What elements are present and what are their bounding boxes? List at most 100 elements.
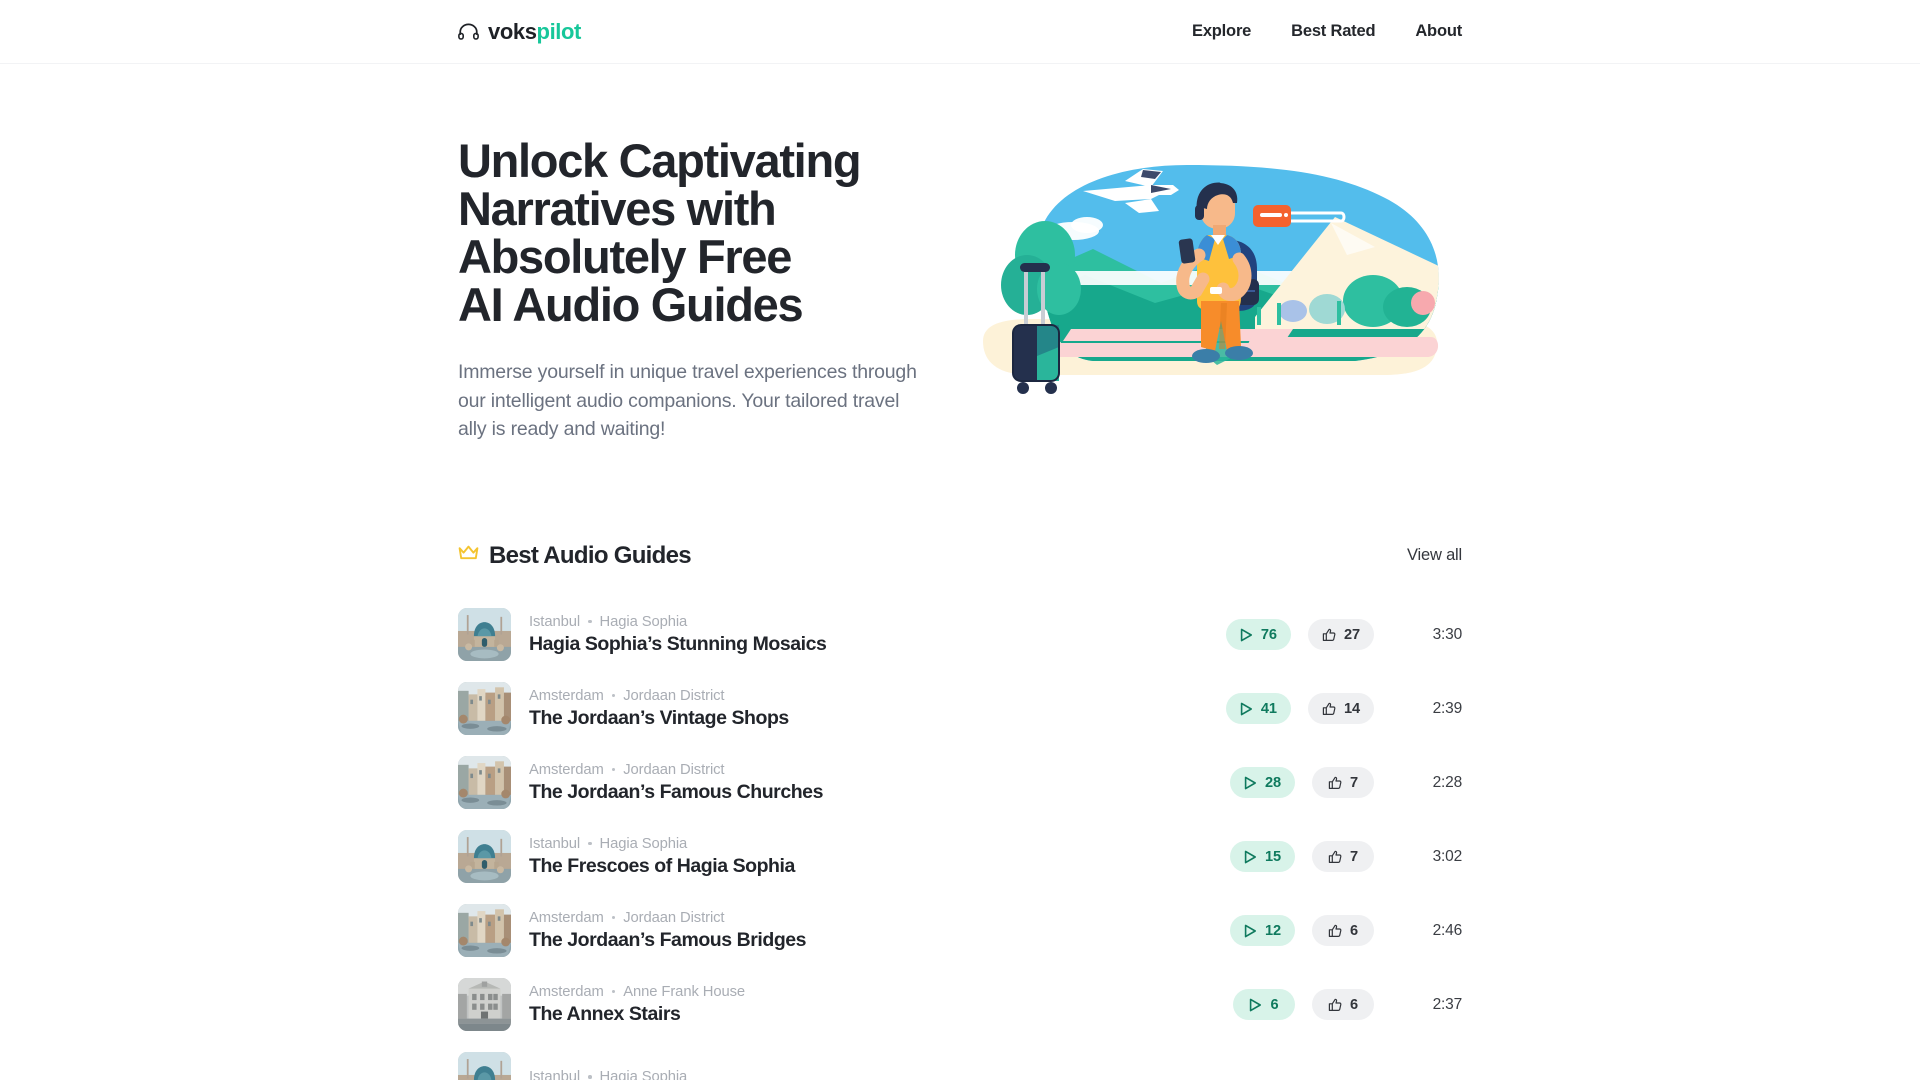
guide-meta: Istanbul Hagia Sophia [529, 614, 1226, 630]
guide-duration: 2:28 [1432, 773, 1463, 791]
guide-title: The Jordaan’s Famous Bridges [529, 928, 807, 951]
guide-place: Hagia Sophia [599, 613, 688, 630]
guide-title: The Frescoes of Hagia Sophia [529, 854, 795, 877]
table-row[interactable]: Amsterdam Jordaan District The Jordaan’s V… [458, 672, 1462, 746]
table-row[interactable]: Istanbul Hagia Sophia The Frescoes of Hagi… [458, 820, 1462, 894]
hero-section: Unlock Captivating Narratives with Absol… [458, 64, 1462, 444]
page-title: Unlock Captivating Narratives with Absol… [458, 137, 958, 329]
guide-place: Hagia Sophia [599, 835, 688, 852]
play-count-badge[interactable]: 76 [1225, 619, 1291, 650]
guide-stats: 6 6 2:37 [1233, 989, 1462, 1020]
table-row[interactable]: Amsterdam Jordaan District The Jordaan’s F… [458, 746, 1462, 820]
like-count: 6 [1349, 996, 1359, 1013]
guide-thumbnail [458, 1052, 511, 1080]
guide-thumbnail [458, 904, 511, 957]
hero-title-line-2: Narratives with [458, 182, 777, 235]
guide-place: Jordaan District [623, 909, 725, 926]
like-count-badge[interactable]: 14 [1307, 693, 1374, 724]
play-count: 41 [1260, 700, 1277, 717]
section-header: Best Audio Guides View all [458, 542, 1462, 572]
guide-text: Istanbul Hagia Sophia [529, 1069, 1462, 1080]
brand-logo[interactable]: vokspilot [458, 19, 581, 45]
guide-title: Hagia Sophia’s Stunning Mosaics [529, 632, 827, 655]
play-count: 12 [1264, 922, 1281, 939]
table-row[interactable]: Amsterdam Anne Frank House The Annex Stair… [458, 968, 1462, 1042]
like-count: 6 [1349, 922, 1359, 939]
guide-thumbnail [458, 830, 511, 883]
thumbs-up-icon [1322, 628, 1336, 642]
thumbs-up-icon [1328, 924, 1342, 938]
view-all-link[interactable]: View all [1407, 546, 1462, 565]
play-icon [1240, 702, 1253, 716]
guide-text: Amsterdam Jordaan District The Jordaan’s V… [529, 688, 1226, 730]
meta-separator-dot [588, 841, 592, 846]
page-content: Unlock Captivating Narratives with Absol… [450, 64, 1470, 1080]
nav-item-explore[interactable]: Explore [1192, 22, 1251, 41]
play-icon [1249, 998, 1262, 1012]
section-title: Best Audio Guides [489, 541, 692, 569]
like-count-badge[interactable]: 27 [1307, 619, 1374, 650]
play-icon [1244, 776, 1257, 790]
header-inner: vokspilot Explore Best Rated About [450, 19, 1470, 45]
nav-item-about[interactable]: About [1415, 22, 1462, 41]
guide-stats: 28 7 2:28 [1229, 767, 1463, 798]
section-title-wrap: Best Audio Guides [458, 541, 692, 570]
hero-text-block: Unlock Captivating Narratives with Absol… [458, 137, 958, 444]
guide-thumbnail [458, 608, 511, 661]
meta-separator-dot [588, 619, 592, 624]
like-count-badge[interactable]: 7 [1312, 841, 1374, 872]
traveler-illustration [975, 151, 1445, 408]
guide-title: The Jordaan’s Famous Churches [529, 780, 823, 803]
meta-separator-dot [611, 915, 616, 920]
like-count: 27 [1343, 626, 1360, 643]
guide-thumbnail [458, 756, 511, 809]
guide-text: Amsterdam Anne Frank House The Annex Stair… [529, 984, 1233, 1026]
guide-city: Istanbul [529, 613, 581, 630]
best-audio-guides-section: Best Audio Guides View all Istanbul Hagia… [458, 542, 1462, 1080]
guide-place: Hagia Sophia [599, 1069, 688, 1080]
table-row[interactable]: Istanbul Hagia Sophia Hagia Sophia’s Stunn… [458, 598, 1462, 672]
hero-title-line-1: Unlock Captivating [458, 134, 862, 187]
thumbs-up-icon [1322, 702, 1336, 716]
brand-name-dark: voks [488, 18, 537, 44]
guide-stats: 15 7 3:02 [1229, 841, 1462, 872]
guide-place: Jordaan District [623, 687, 725, 704]
guide-stats: 41 14 2:39 [1225, 693, 1462, 724]
table-row[interactable]: Istanbul Hagia Sophia [458, 1042, 1462, 1080]
guide-meta: Amsterdam Jordaan District [529, 762, 1230, 778]
play-count: 6 [1270, 996, 1279, 1013]
play-count: 15 [1264, 848, 1281, 865]
guide-city: Amsterdam [529, 761, 604, 778]
meta-separator-dot [611, 767, 616, 772]
crown-icon [458, 545, 479, 566]
like-count-badge[interactable]: 7 [1312, 767, 1374, 798]
table-row[interactable]: Amsterdam Jordaan District The Jordaan’s F… [458, 894, 1462, 968]
play-count-badge[interactable]: 15 [1229, 841, 1295, 872]
like-count-badge[interactable]: 6 [1312, 915, 1374, 946]
like-count: 7 [1349, 774, 1359, 791]
play-count-badge[interactable]: 28 [1229, 767, 1295, 798]
hero-illustration-wrap [958, 137, 1462, 408]
guide-thumbnail [458, 978, 511, 1031]
thumbs-up-icon [1328, 776, 1342, 790]
play-count-badge[interactable]: 6 [1233, 989, 1295, 1020]
guide-stats: 76 27 3:30 [1225, 619, 1462, 650]
nav-item-best-rated[interactable]: Best Rated [1291, 22, 1375, 41]
like-count-badge[interactable]: 6 [1312, 989, 1374, 1020]
guide-meta: Amsterdam Jordaan District [529, 910, 1230, 926]
meta-separator-dot [611, 693, 616, 698]
thumbs-up-icon [1328, 998, 1342, 1012]
guide-meta: Istanbul Hagia Sophia [529, 1069, 1462, 1080]
guide-city: Amsterdam [529, 909, 604, 926]
meta-separator-dot [611, 989, 616, 994]
guide-city: Istanbul [529, 835, 581, 852]
guide-text: Istanbul Hagia Sophia Hagia Sophia’s Stunn… [529, 614, 1226, 656]
main-nav: Explore Best Rated About [1192, 22, 1462, 41]
hero-subtitle: Immerse yourself in unique travel experi… [458, 361, 917, 440]
guide-meta: Amsterdam Jordaan District [529, 688, 1226, 704]
guide-place: Anne Frank House [623, 983, 746, 1000]
play-count-badge[interactable]: 12 [1229, 915, 1295, 946]
guide-duration: 2:46 [1432, 921, 1463, 939]
guide-text: Amsterdam Jordaan District The Jordaan’s F… [529, 910, 1230, 952]
play-count-badge[interactable]: 41 [1225, 693, 1291, 724]
